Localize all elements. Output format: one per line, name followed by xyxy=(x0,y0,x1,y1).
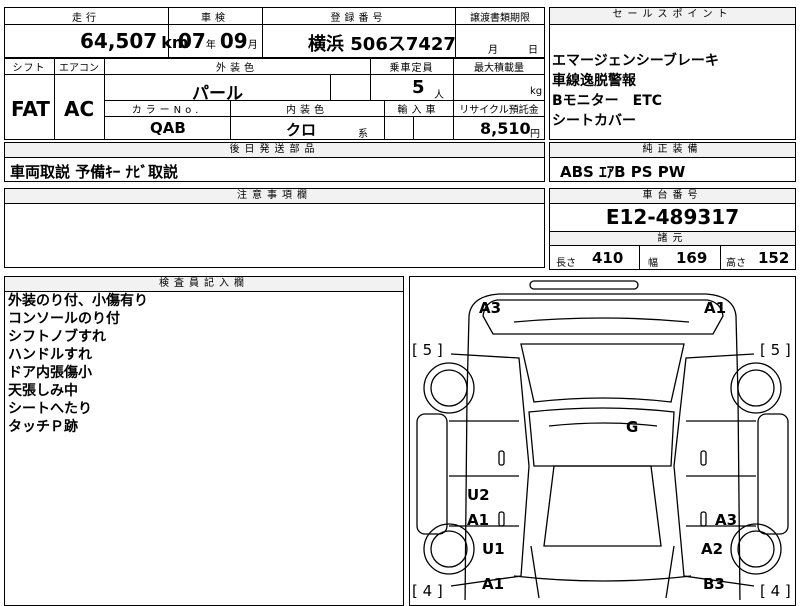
dimensions-label: 諸元 xyxy=(550,231,795,246)
ac-value: AC xyxy=(64,97,95,121)
equipment-text: ABS ｴｱB PS PW xyxy=(560,163,686,181)
length-label: 長さ xyxy=(556,258,576,269)
mileage-value: 64,507 km xyxy=(80,29,189,53)
doc-label: 譲渡書類期限 xyxy=(470,13,530,24)
shaken-label: 車検 xyxy=(201,13,229,24)
capacity-value: 5 xyxy=(412,77,425,98)
notes-label: 注意事項欄 xyxy=(5,189,544,204)
inspector-line: ハンドルすれ xyxy=(8,347,92,363)
damage-mark-a1-left-low: A1 xyxy=(482,575,505,593)
damage-mark-a3-right: A3 xyxy=(715,511,738,529)
height-value: 152 xyxy=(758,249,790,267)
damage-mark-g-roof: G xyxy=(626,418,639,436)
shaken-value: 07年 09月 xyxy=(178,29,258,53)
max-load-label: 最大積載量 xyxy=(474,63,524,74)
tire-front-left: [ 5 ] xyxy=(412,341,443,359)
ac-label: エアコン xyxy=(59,63,99,74)
inspector-line: コンソールのり付 xyxy=(8,311,120,327)
notes-box: 注意事項欄 xyxy=(4,188,545,268)
length-value: 410 xyxy=(592,249,624,267)
damage-mark-b3: B3 xyxy=(703,575,725,593)
shift-value: FAT xyxy=(11,97,50,121)
damage-mark-a1-left-mid: A1 xyxy=(467,511,490,529)
inspector-line: 天張しみ中 xyxy=(8,383,78,399)
color-no-label: カラーNo. xyxy=(131,105,203,116)
load-unit: kg xyxy=(530,86,543,97)
later-parts-label: 後日発送部品 xyxy=(5,143,544,158)
sales-point-item: シートカバー xyxy=(552,113,636,129)
inspector-line: ドア内張傷小 xyxy=(8,365,92,381)
damage-mark-a2: A2 xyxy=(701,540,724,558)
inspector-notes: 外装のり付、小傷有り コンソールのり付 シフトノブすれ ハンドルすれ ドア内張傷… xyxy=(8,292,148,436)
tire-front-right: [ 5 ] xyxy=(760,341,791,359)
reg-number: 横浜 506ス7427 xyxy=(308,34,456,55)
interior-label: 内装色 xyxy=(286,105,328,116)
damage-mark-a3-front-left: A3 xyxy=(479,299,502,317)
tire-rear-left: [ 4 ] xyxy=(412,582,443,600)
later-parts-box: 後日発送部品 車両取説 予備ｷｰ ﾅﾋﾞ取説 xyxy=(4,142,545,182)
later-parts-text: 車両取説 予備ｷｰ ﾅﾋﾞ取説 xyxy=(10,163,178,181)
exterior-label: 外装色 xyxy=(216,63,258,74)
equipment-box: 純正装備 ABS ｴｱB PS PW xyxy=(549,142,796,182)
inspector-label: 検査員記入欄 xyxy=(5,277,403,292)
interior-unit: 系 xyxy=(358,129,368,140)
recycle-unit: 円 xyxy=(530,129,540,140)
damage-mark-u2: U2 xyxy=(467,486,490,504)
import-label: 輸入車 xyxy=(397,105,440,116)
sales-point-label: セールスポイント xyxy=(550,8,795,25)
sales-point-item: 車線逸脱警報 xyxy=(552,73,636,89)
tire-rear-right: [ 4 ] xyxy=(760,582,791,600)
damage-mark-a1-front-right: A1 xyxy=(704,299,727,317)
sales-points-list: エマージェンシーブレーキ 車線逸脱警報 Bモニター ETC シートカバー xyxy=(552,51,719,131)
capacity-unit: 人 xyxy=(434,90,444,101)
car-diagram xyxy=(416,280,789,600)
shift-label: シフト xyxy=(12,63,46,74)
height-label: 高さ xyxy=(726,258,746,269)
reg-label: 登録番号 xyxy=(330,13,387,24)
inspector-line: 外装のり付、小傷有り xyxy=(8,293,148,309)
color-no: QAB xyxy=(150,119,186,137)
inspector-line: タッチＰ跡 xyxy=(8,419,78,435)
sales-point-item: Bモニター ETC xyxy=(552,93,663,109)
chassis-number: E12-489317 xyxy=(605,205,740,229)
equipment-label: 純正装備 xyxy=(550,143,795,158)
inspector-line: シフトノブすれ xyxy=(8,329,106,345)
damage-mark-u1: U1 xyxy=(482,540,505,558)
interior-color: クロ xyxy=(286,121,317,139)
width-value: 169 xyxy=(676,249,708,267)
inspector-line: シートへたり xyxy=(8,401,92,417)
mileage-label: 走行 xyxy=(72,13,100,24)
chassis-box: 車台番号 E12-489317 諸元 長さ 410 幅 169 高さ 152 xyxy=(549,188,796,270)
chassis-label: 車台番号 xyxy=(550,189,795,204)
sales-point-item: エマージェンシーブレーキ xyxy=(552,53,719,69)
capacity-label: 乗車定員 xyxy=(389,63,434,74)
recycle-value: 8,510 xyxy=(480,119,531,138)
width-label: 幅 xyxy=(648,258,658,269)
doc-day-unit: 日 xyxy=(528,45,538,56)
recycle-label: リサイクル預託金 xyxy=(459,105,539,116)
doc-month-unit: 月 xyxy=(488,45,498,56)
